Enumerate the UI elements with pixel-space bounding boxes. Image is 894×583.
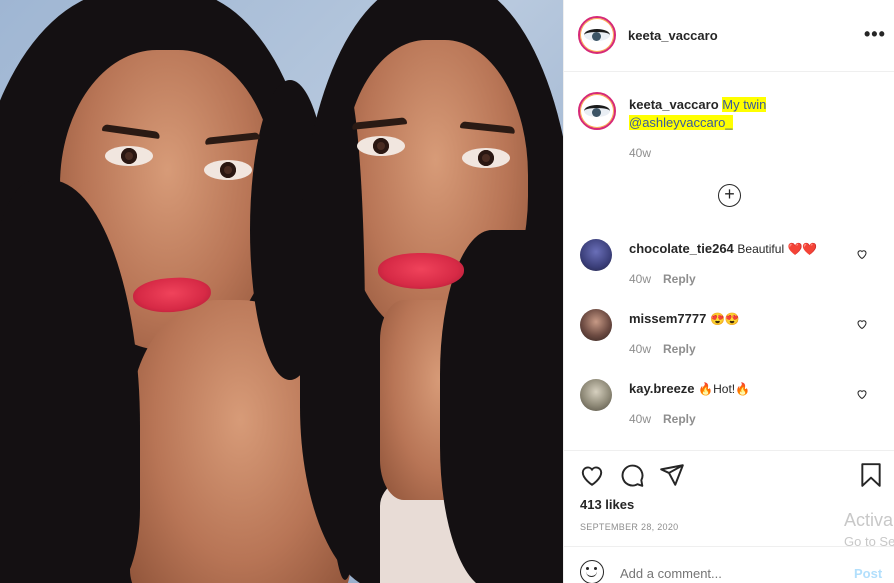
comment-body-1: Beautiful ❤️❤️ bbox=[737, 242, 818, 256]
reply-button-3[interactable]: Reply bbox=[663, 412, 696, 426]
caption-time[interactable]: 40w bbox=[629, 146, 651, 160]
bookmark-icon[interactable] bbox=[858, 462, 884, 488]
reply-button-1[interactable]: Reply bbox=[663, 272, 696, 286]
caption-username[interactable]: keeta_vaccaro bbox=[629, 97, 719, 112]
comment-body-3: 🔥Hot!🔥 bbox=[698, 382, 751, 396]
comment-text-1: chocolate_tie264 Beautiful ❤️❤️ bbox=[629, 241, 817, 256]
comment-like-icon-3[interactable] bbox=[856, 388, 868, 400]
comment-body-2: 😍😍 bbox=[709, 312, 740, 326]
comment-user-1[interactable]: chocolate_tie264 bbox=[629, 241, 734, 256]
author-username[interactable]: keeta_vaccaro bbox=[628, 28, 718, 43]
comment-time-2[interactable]: 40w bbox=[629, 342, 651, 356]
photo-hair-right-front bbox=[440, 230, 563, 583]
caption: keeta_vaccaro My twin @ashleyvaccaro_ bbox=[629, 96, 869, 132]
comment-meta-3: 40w Reply bbox=[629, 412, 696, 426]
comment-divider bbox=[564, 546, 894, 547]
caption-text: My twin bbox=[722, 97, 767, 112]
photo-eye-4 bbox=[462, 148, 510, 168]
photo-hair-right-left bbox=[325, 80, 365, 580]
comment-avatar-3[interactable] bbox=[580, 379, 612, 411]
comment-icon[interactable] bbox=[619, 462, 645, 488]
share-icon[interactable] bbox=[659, 462, 685, 488]
photo-eye-2 bbox=[204, 160, 252, 180]
comment-user-3[interactable]: kay.breeze bbox=[629, 381, 695, 396]
comment-like-icon-2[interactable] bbox=[856, 318, 868, 330]
photo-lips-right bbox=[378, 253, 464, 289]
comment-user-2[interactable]: missem7777 bbox=[629, 311, 706, 326]
author-avatar[interactable] bbox=[578, 16, 616, 54]
comment-time-1[interactable]: 40w bbox=[629, 272, 651, 286]
post-photo[interactable] bbox=[0, 0, 563, 583]
add-circle-icon[interactable]: + bbox=[718, 184, 741, 207]
reply-button-2[interactable]: Reply bbox=[663, 342, 696, 356]
comment-input[interactable] bbox=[620, 566, 840, 581]
header-divider bbox=[564, 71, 894, 72]
actions-divider bbox=[564, 450, 894, 451]
more-options-icon[interactable]: ••• bbox=[864, 24, 886, 45]
comment-time-3[interactable]: 40w bbox=[629, 412, 651, 426]
photo-eye-3 bbox=[357, 136, 405, 156]
post-date[interactable]: SEPTEMBER 28, 2020 bbox=[580, 522, 678, 532]
comment-avatar-1[interactable] bbox=[580, 239, 612, 271]
comment-meta-1: 40w Reply bbox=[629, 272, 696, 286]
caption-avatar-image bbox=[584, 105, 610, 117]
post-panel: keeta_vaccaro ••• keeta_vaccaro My twin … bbox=[563, 0, 894, 583]
photo-eye-1 bbox=[105, 146, 153, 166]
likes-count[interactable]: 413 likes bbox=[580, 497, 634, 512]
comment-meta-2: 40w Reply bbox=[629, 342, 696, 356]
caption-mention[interactable]: @ashleyvaccaro_ bbox=[629, 115, 733, 130]
comment-avatar-2[interactable] bbox=[580, 309, 612, 341]
comment-like-icon-1[interactable] bbox=[856, 248, 868, 260]
caption-avatar[interactable] bbox=[578, 92, 616, 130]
post-button[interactable]: Post bbox=[854, 566, 882, 581]
emoji-icon[interactable] bbox=[580, 560, 604, 583]
author-avatar-image bbox=[584, 29, 610, 41]
heart-icon[interactable] bbox=[579, 462, 605, 488]
comment-text-3: kay.breeze 🔥Hot!🔥 bbox=[629, 381, 750, 396]
watermark-line-1: Activa bbox=[844, 510, 894, 530]
comment-text-2: missem7777 😍😍 bbox=[629, 311, 740, 326]
